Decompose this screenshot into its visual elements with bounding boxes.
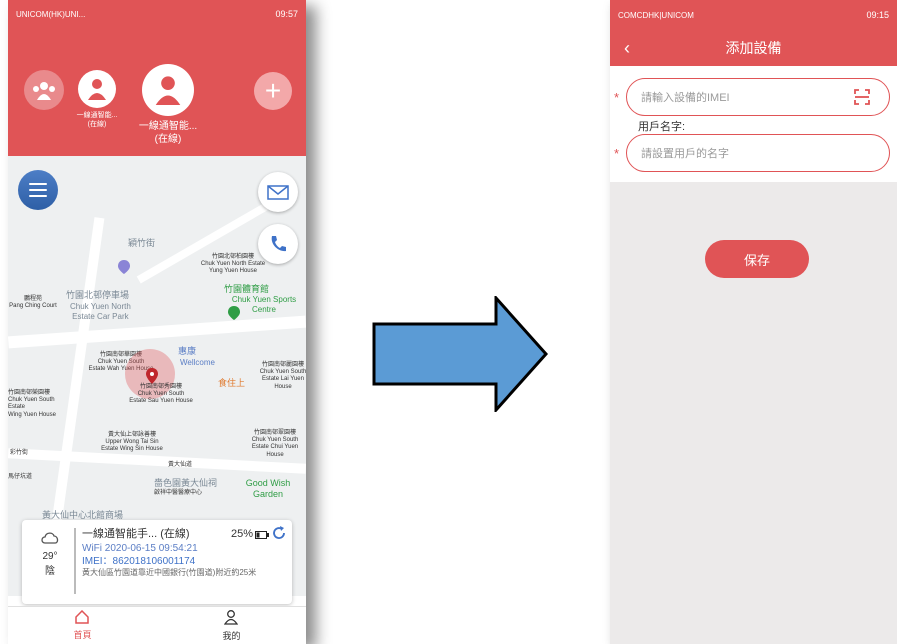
refresh-icon[interactable] xyxy=(271,525,287,546)
name-placeholder: 請設置用戶的名字 xyxy=(641,148,729,160)
user-name-input[interactable]: 請設置用戶的名字 xyxy=(626,134,890,172)
required-marker: * xyxy=(614,90,620,105)
status-bar: COMCDHK|UNICOM 09:15 xyxy=(610,0,897,30)
map-label: 竹園北邨停車場 xyxy=(66,290,130,300)
battery-icon xyxy=(255,530,269,544)
map-label: 竹園南邨翠園樓 Chuk Yuen South Estate Chui Yuen… xyxy=(251,430,299,458)
map-label: Chuk Yuen North Estate Car Park xyxy=(70,302,131,321)
phone-home-screen: UNICOM(HK)UNI... 09:57 一線通智能... (在線) 一線通… xyxy=(8,0,306,644)
add-device-form: * 請輸入設備的IMEI 用戶名字: * 請設置用戶的名字 xyxy=(610,66,897,182)
add-device-button[interactable]: + xyxy=(254,72,292,110)
map-label: 竹園南邨麗園樓 Chuk Yuen South Estate Lai Yuen … xyxy=(259,362,306,390)
nav-mine[interactable]: 我的 xyxy=(222,609,241,642)
map-label: 竹園體育館 xyxy=(224,284,270,294)
device-label-selected: 一線通智能... (在線) xyxy=(138,121,198,145)
imei-input[interactable]: 請輸入設備的IMEI xyxy=(626,78,890,116)
nav-home-label: 首頁 xyxy=(73,630,92,640)
carrier-text: UNICOM(HK)UNI... xyxy=(16,9,86,19)
home-icon xyxy=(74,609,90,626)
device-info-card[interactable]: 29° 陰 一線通智能手... (在線) 25% WiFi 2020-06-15… xyxy=(22,520,292,604)
imei-text: IMEI：862018106001174 xyxy=(82,555,196,567)
required-marker: * xyxy=(614,146,620,161)
page-title: 添加設備 xyxy=(725,40,782,56)
nav-mine-label: 我的 xyxy=(222,630,241,641)
sports-pin-icon xyxy=(228,306,240,325)
user-icon xyxy=(224,609,239,627)
map-label: 鵬程苑 Pang Ching Court xyxy=(9,296,57,310)
menu-button[interactable] xyxy=(18,170,58,210)
cloud-icon xyxy=(30,530,70,549)
device-avatar-selected[interactable] xyxy=(142,64,194,116)
battery-text: 25% xyxy=(230,528,253,540)
map-label: 彩竹街 xyxy=(10,450,29,456)
wifi-time: WiFi 2020-06-15 09:54:21 xyxy=(82,543,198,554)
phone-add-device-screen: COMCDHK|UNICOM 09:15 ‹ 添加設備 * 請輸入設備的IMEI… xyxy=(610,0,897,644)
map-label: 啟祥中醫醫療中心 xyxy=(154,490,203,496)
map-label: Good Wish Garden xyxy=(245,478,291,499)
map-label: 惠康 xyxy=(178,346,197,356)
device-row: 一線通智能... (在線) 一線通智能... (在線) + xyxy=(22,64,292,150)
mail-icon[interactable] xyxy=(258,172,298,212)
user-name-label: 用戶名字: xyxy=(638,121,686,133)
bottom-nav: 首頁 我的 xyxy=(8,606,306,644)
divider xyxy=(74,528,76,594)
device-avatar-small[interactable] xyxy=(78,70,116,108)
status-time: 09:57 xyxy=(275,9,298,19)
address-text: 黃大仙區竹園道靠近中國銀行(竹園道)附近約25米 xyxy=(82,568,257,577)
imei-placeholder: 請輸入設備的IMEI xyxy=(641,92,730,104)
weather-desc: 陰 xyxy=(45,566,55,577)
parking-icon xyxy=(118,260,130,279)
map-label: 竹園南邨秀園樓 Chuk Yuen South Estate Sau Yuen … xyxy=(129,384,193,405)
device-details: 一線通智能手... (在線) 25% WiFi 2020-06-15 09:54… xyxy=(82,525,287,578)
save-button[interactable]: 保存 xyxy=(705,240,809,278)
status-time: 09:15 xyxy=(866,10,889,20)
home-header: UNICOM(HK)UNI... 09:57 一線通智能... (在線) 一線通… xyxy=(8,0,306,156)
device-name: 一線通智能手... xyxy=(82,528,158,540)
map-label: 馬仔坑道 xyxy=(8,474,33,480)
status-bar: UNICOM(HK)UNI... 09:57 xyxy=(8,0,306,28)
map-label: Wellcome xyxy=(180,358,215,367)
device-label-small: 一線通智能... (在線) xyxy=(76,112,118,129)
map-label: 穎竹街 xyxy=(128,238,156,248)
weather-temp: 29° xyxy=(42,551,58,562)
title-bar: ‹ 添加設備 xyxy=(610,30,897,66)
map-label: 竹園南邨榮園樓 Chuk Yuen South Estate Wing Yuen… xyxy=(8,390,56,418)
arrow-right-icon xyxy=(372,296,548,412)
scan-icon[interactable] xyxy=(853,88,871,109)
back-icon[interactable]: ‹ xyxy=(624,38,630,59)
map-label: 嗇色園黃大仙祠 xyxy=(154,478,218,488)
map-label: 竹園北邨柏園樓 Chuk Yuen North Estate Yung Yuen… xyxy=(200,254,266,275)
map-label: 食住上 xyxy=(218,378,246,388)
weather-panel: 29° 陰 xyxy=(30,530,70,579)
nav-home[interactable]: 首頁 xyxy=(73,609,92,641)
add-device-header: COMCDHK|UNICOM 09:15 ‹ 添加設備 xyxy=(610,0,897,66)
group-icon[interactable] xyxy=(24,70,64,110)
map-label: 黃大仙道 xyxy=(168,462,193,468)
device-status: (在線) xyxy=(160,528,190,540)
carrier-text: COMCDHK|UNICOM xyxy=(618,10,694,20)
map-label: 黃大仙上邨詠善樓 Upper Wong Tai Sin Estate Wing … xyxy=(101,432,163,453)
phone-call-icon[interactable] xyxy=(258,224,298,264)
